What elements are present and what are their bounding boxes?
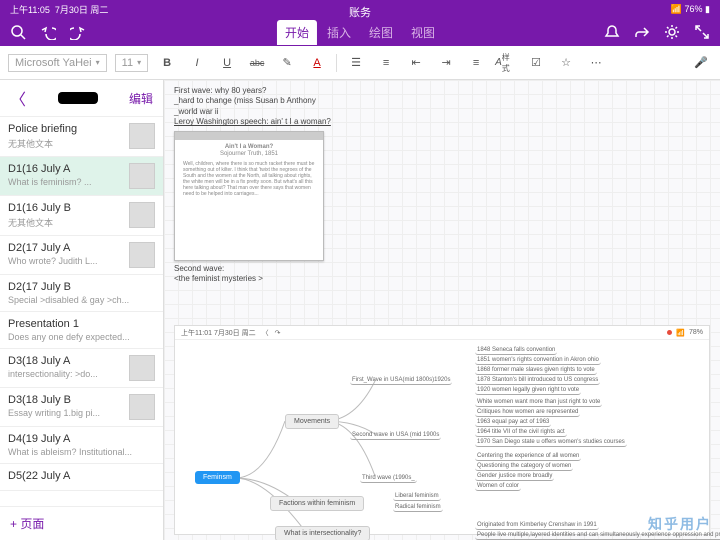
outdent-button[interactable]: ⇤ (405, 52, 427, 74)
styles-button[interactable]: A样式 (495, 52, 517, 74)
numbering-button[interactable]: ≡ (375, 52, 397, 74)
expand-icon[interactable] (694, 24, 710, 40)
mm-sub: First_Wave in USA(mid 1800s)1920s (350, 376, 452, 385)
share-icon[interactable] (634, 24, 650, 40)
page-item[interactable]: D2(17 July BSpecial >disabled & gay >ch.… (0, 275, 163, 312)
status-date: 7月30日 周二 (55, 5, 109, 15)
mm-leaf: Questioning the category of women (475, 462, 573, 471)
mm-root[interactable]: Feminsm (195, 471, 240, 484)
back-button[interactable]: 〈 (10, 86, 26, 110)
tab-draw[interactable]: 绘图 (361, 20, 401, 45)
font-size-select[interactable]: 11 ▾ (115, 54, 148, 72)
status-battery: 76% (685, 4, 703, 14)
mm-leaf: 1848 Seneca falls convention (475, 346, 557, 355)
mic-button[interactable]: 🎤 (690, 52, 712, 74)
tab-insert[interactable]: 插入 (319, 20, 359, 45)
mm-branch-intersect[interactable]: What is intersectionality? (275, 526, 370, 540)
bullets-button[interactable]: ☰ (345, 52, 367, 74)
bold-button[interactable]: B (156, 52, 178, 74)
mm-leaf: 1878 Stanton's bill introduced to US con… (475, 376, 600, 385)
page-item[interactable]: D4(19 July AWhat is ableism? Institution… (0, 427, 163, 464)
mm-leaf: 1970 San Diego state u offers women's st… (475, 438, 627, 447)
todo-button[interactable]: ☑ (525, 52, 547, 74)
page-item[interactable]: D3(18 July Aintersectionality: >do... (0, 349, 163, 388)
top-toolbar: 账务 开始 插入 绘图 视图 (0, 18, 720, 46)
tab-view[interactable]: 视图 (403, 20, 443, 45)
italic-button[interactable]: I (186, 52, 208, 74)
undo-icon[interactable] (40, 24, 56, 40)
sidebar: 〈 编辑 Police briefing无其他文本D1(16 July AWha… (0, 80, 164, 540)
page-item[interactable]: Police briefing无其他文本 (0, 117, 163, 157)
bell-icon[interactable] (604, 24, 620, 40)
mm-sub: Second wave in USA (mid 1900s (350, 431, 441, 440)
highlight-button[interactable]: ✎ (276, 52, 298, 74)
mm-leaf: White women want more than just right to… (475, 398, 602, 407)
mm-back-icon: 〈 (262, 328, 269, 338)
page-item[interactable]: D5(22 July A (0, 464, 163, 491)
mm-time: 上午11:01 7月30日 周二 (181, 328, 256, 338)
tag-button[interactable]: ☆ (555, 52, 577, 74)
mm-leaf: 1920 women legally given right to vote (475, 386, 581, 395)
mm-leaf: Gender justice more broadly (475, 472, 554, 481)
mm-sub: Radical feminism (393, 503, 443, 512)
page-item[interactable]: D2(17 July AWho wrote? Judith L... (0, 236, 163, 275)
embedded-mindmap[interactable]: 上午11:01 7月30日 周二 〈 ↷ 📶78% Feminsm Moveme… (174, 325, 710, 535)
search-icon[interactable] (10, 24, 26, 40)
page-item[interactable]: D1(16 July B无其他文本 (0, 196, 163, 236)
more-button[interactable]: ⋯ (585, 52, 607, 74)
page-item[interactable]: D3(18 July BEssay writing 1.big pi... (0, 388, 163, 427)
mm-branch-movements[interactable]: Movements (285, 414, 339, 429)
mm-leaf: 1868 former male slaves given rights to … (475, 366, 597, 375)
mm-leaf: Critiques how women are represented (475, 408, 580, 417)
font-name-select[interactable]: Microsoft YaHei ▾ (8, 54, 107, 72)
font-color-button[interactable]: A (306, 52, 328, 74)
status-time: 上午11:05 (10, 5, 50, 15)
mm-forward-icon: ↷ (275, 329, 281, 337)
page-list: Police briefing无其他文本D1(16 July AWhat is … (0, 117, 163, 506)
underline-button[interactable]: U (216, 52, 238, 74)
strike-button[interactable]: abc (246, 52, 268, 74)
add-page-button[interactable]: + 页面 (0, 506, 163, 540)
mm-branch-factions[interactable]: Factions within feminism (270, 496, 364, 511)
page-item[interactable]: Presentation 1Does any one defy expected… (0, 312, 163, 349)
notebook-name-redacted (58, 92, 98, 104)
mm-sub: Liberal feminism (393, 492, 441, 501)
embedded-document-image[interactable]: Ain't I a Woman?Sojourner Truth, 1851 We… (174, 131, 324, 261)
note-text-2[interactable]: Second wave: <the feminist mysteries > (174, 264, 710, 285)
page-item[interactable]: D1(16 July AWhat is feminism? ... (0, 157, 163, 196)
watermark: 知乎用户 (648, 514, 712, 534)
align-button[interactable]: ≡ (465, 52, 487, 74)
ribbon: Microsoft YaHei ▾ 11 ▾ B I U abc ✎ A ☰ ≡… (0, 46, 720, 80)
note-text[interactable]: First wave: why 80 years? _hard to chang… (174, 86, 710, 128)
tab-start[interactable]: 开始 (277, 20, 317, 45)
gear-icon[interactable] (664, 24, 680, 40)
mm-leaf: Centering the experience of all women (475, 452, 581, 461)
mm-leaf: 1964 title VII of the civil rights act (475, 428, 567, 437)
mm-leaf: 1851 women's rights convention in Akron … (475, 356, 601, 365)
edit-button[interactable]: 编辑 (129, 90, 153, 107)
window-title: 账务 (349, 4, 371, 20)
mm-leaf: Originated from Kimberley Crenshaw in 19… (475, 521, 599, 530)
note-canvas[interactable]: First wave: why 80 years? _hard to chang… (164, 80, 720, 540)
indent-button[interactable]: ⇥ (435, 52, 457, 74)
mm-leaf: 1963 equal pay act of 1963 (475, 418, 551, 427)
redo-icon[interactable] (70, 24, 86, 40)
mm-leaf: Women of color (475, 482, 521, 491)
mm-sub: Third wave (1990s_ (360, 474, 417, 483)
tab-bar: 开始 插入 绘图 视图 (277, 20, 443, 45)
